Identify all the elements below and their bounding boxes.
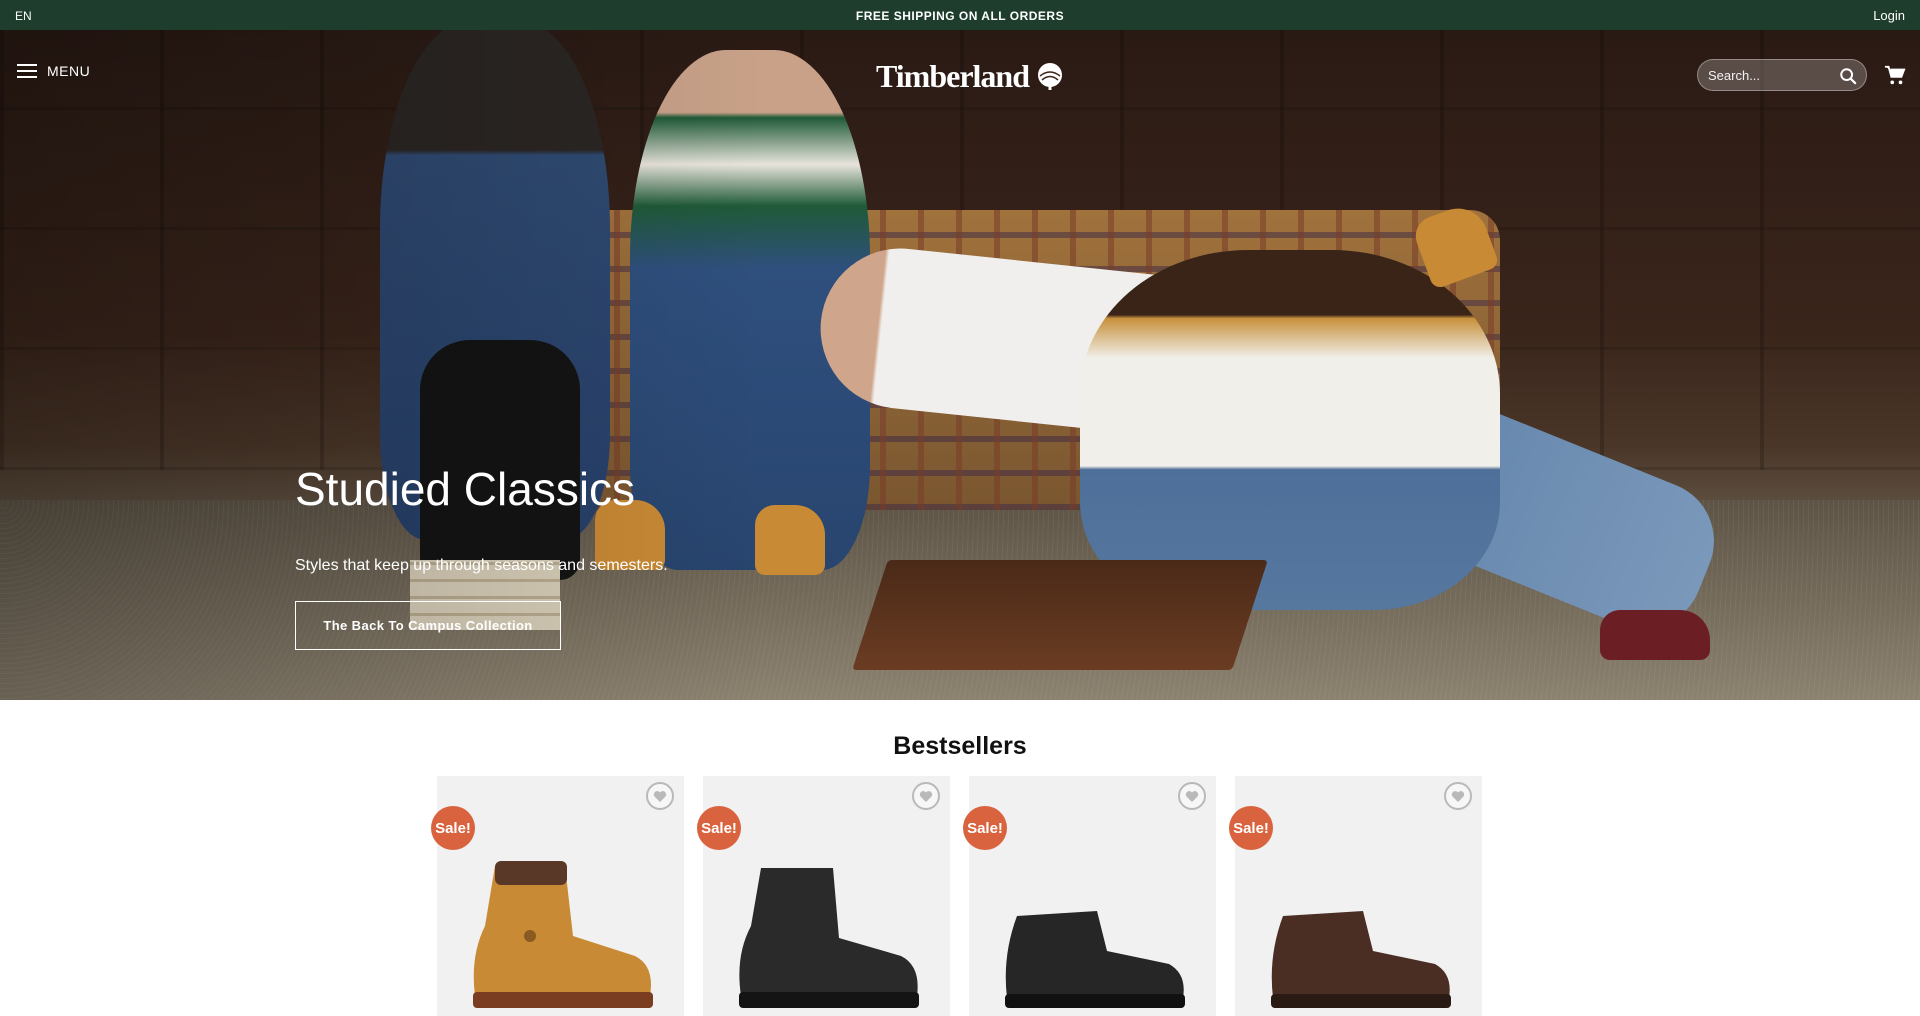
hero-banner: Studied Classics Styles that keep up thr… [0,30,1920,700]
product-card[interactable]: Sale! [431,776,684,1016]
sale-badge: Sale! [963,806,1007,850]
wishlist-heart-icon[interactable] [912,782,940,810]
wishlist-heart-icon[interactable] [1444,782,1472,810]
boot-product-image [473,861,653,1008]
search-icon[interactable] [1839,67,1857,85]
cart-icon[interactable] [1884,64,1906,86]
wishlist-heart-icon[interactable] [646,782,674,810]
search-input[interactable] [1708,67,1828,83]
menu-button[interactable]: MENU [17,63,90,79]
hero-cta-button[interactable]: The Back To Campus Collection [295,601,561,650]
hero-subtitle: Styles that keep up through seasons and … [295,557,668,574]
boot-product-image [739,868,919,1008]
product-card[interactable]: Sale! [697,776,950,1016]
product-card[interactable]: Sale! [1229,776,1482,1016]
sale-badge: Sale! [431,806,475,850]
chukka-product-image [1005,911,1185,1008]
product-grid: Sale! Sale! Sale! Sale! [431,776,1483,1016]
product-card[interactable]: Sale! [963,776,1216,1016]
menu-label: MENU [47,63,91,79]
search-box[interactable] [1697,59,1867,91]
hamburger-icon [17,64,37,78]
login-link[interactable]: Login [1873,8,1905,23]
sale-badge: Sale! [1229,806,1273,850]
sale-badge: Sale! [697,806,741,850]
tree-logo-icon [1038,62,1062,90]
wishlist-heart-icon[interactable] [1178,782,1206,810]
brand-wordmark: Timberland [876,58,1030,94]
hero-title: Studied Classics [295,463,636,515]
hero-shade [0,30,1920,700]
bestsellers-title: Bestsellers [893,732,1027,760]
chukka-product-image [1271,911,1451,1008]
brand-logo[interactable]: Timberland [876,58,1065,95]
shipping-promo: FREE SHIPPING ON ALL ORDERS [855,9,1065,23]
announcement-bar: EN FREE SHIPPING ON ALL ORDERS Login [0,0,1920,30]
